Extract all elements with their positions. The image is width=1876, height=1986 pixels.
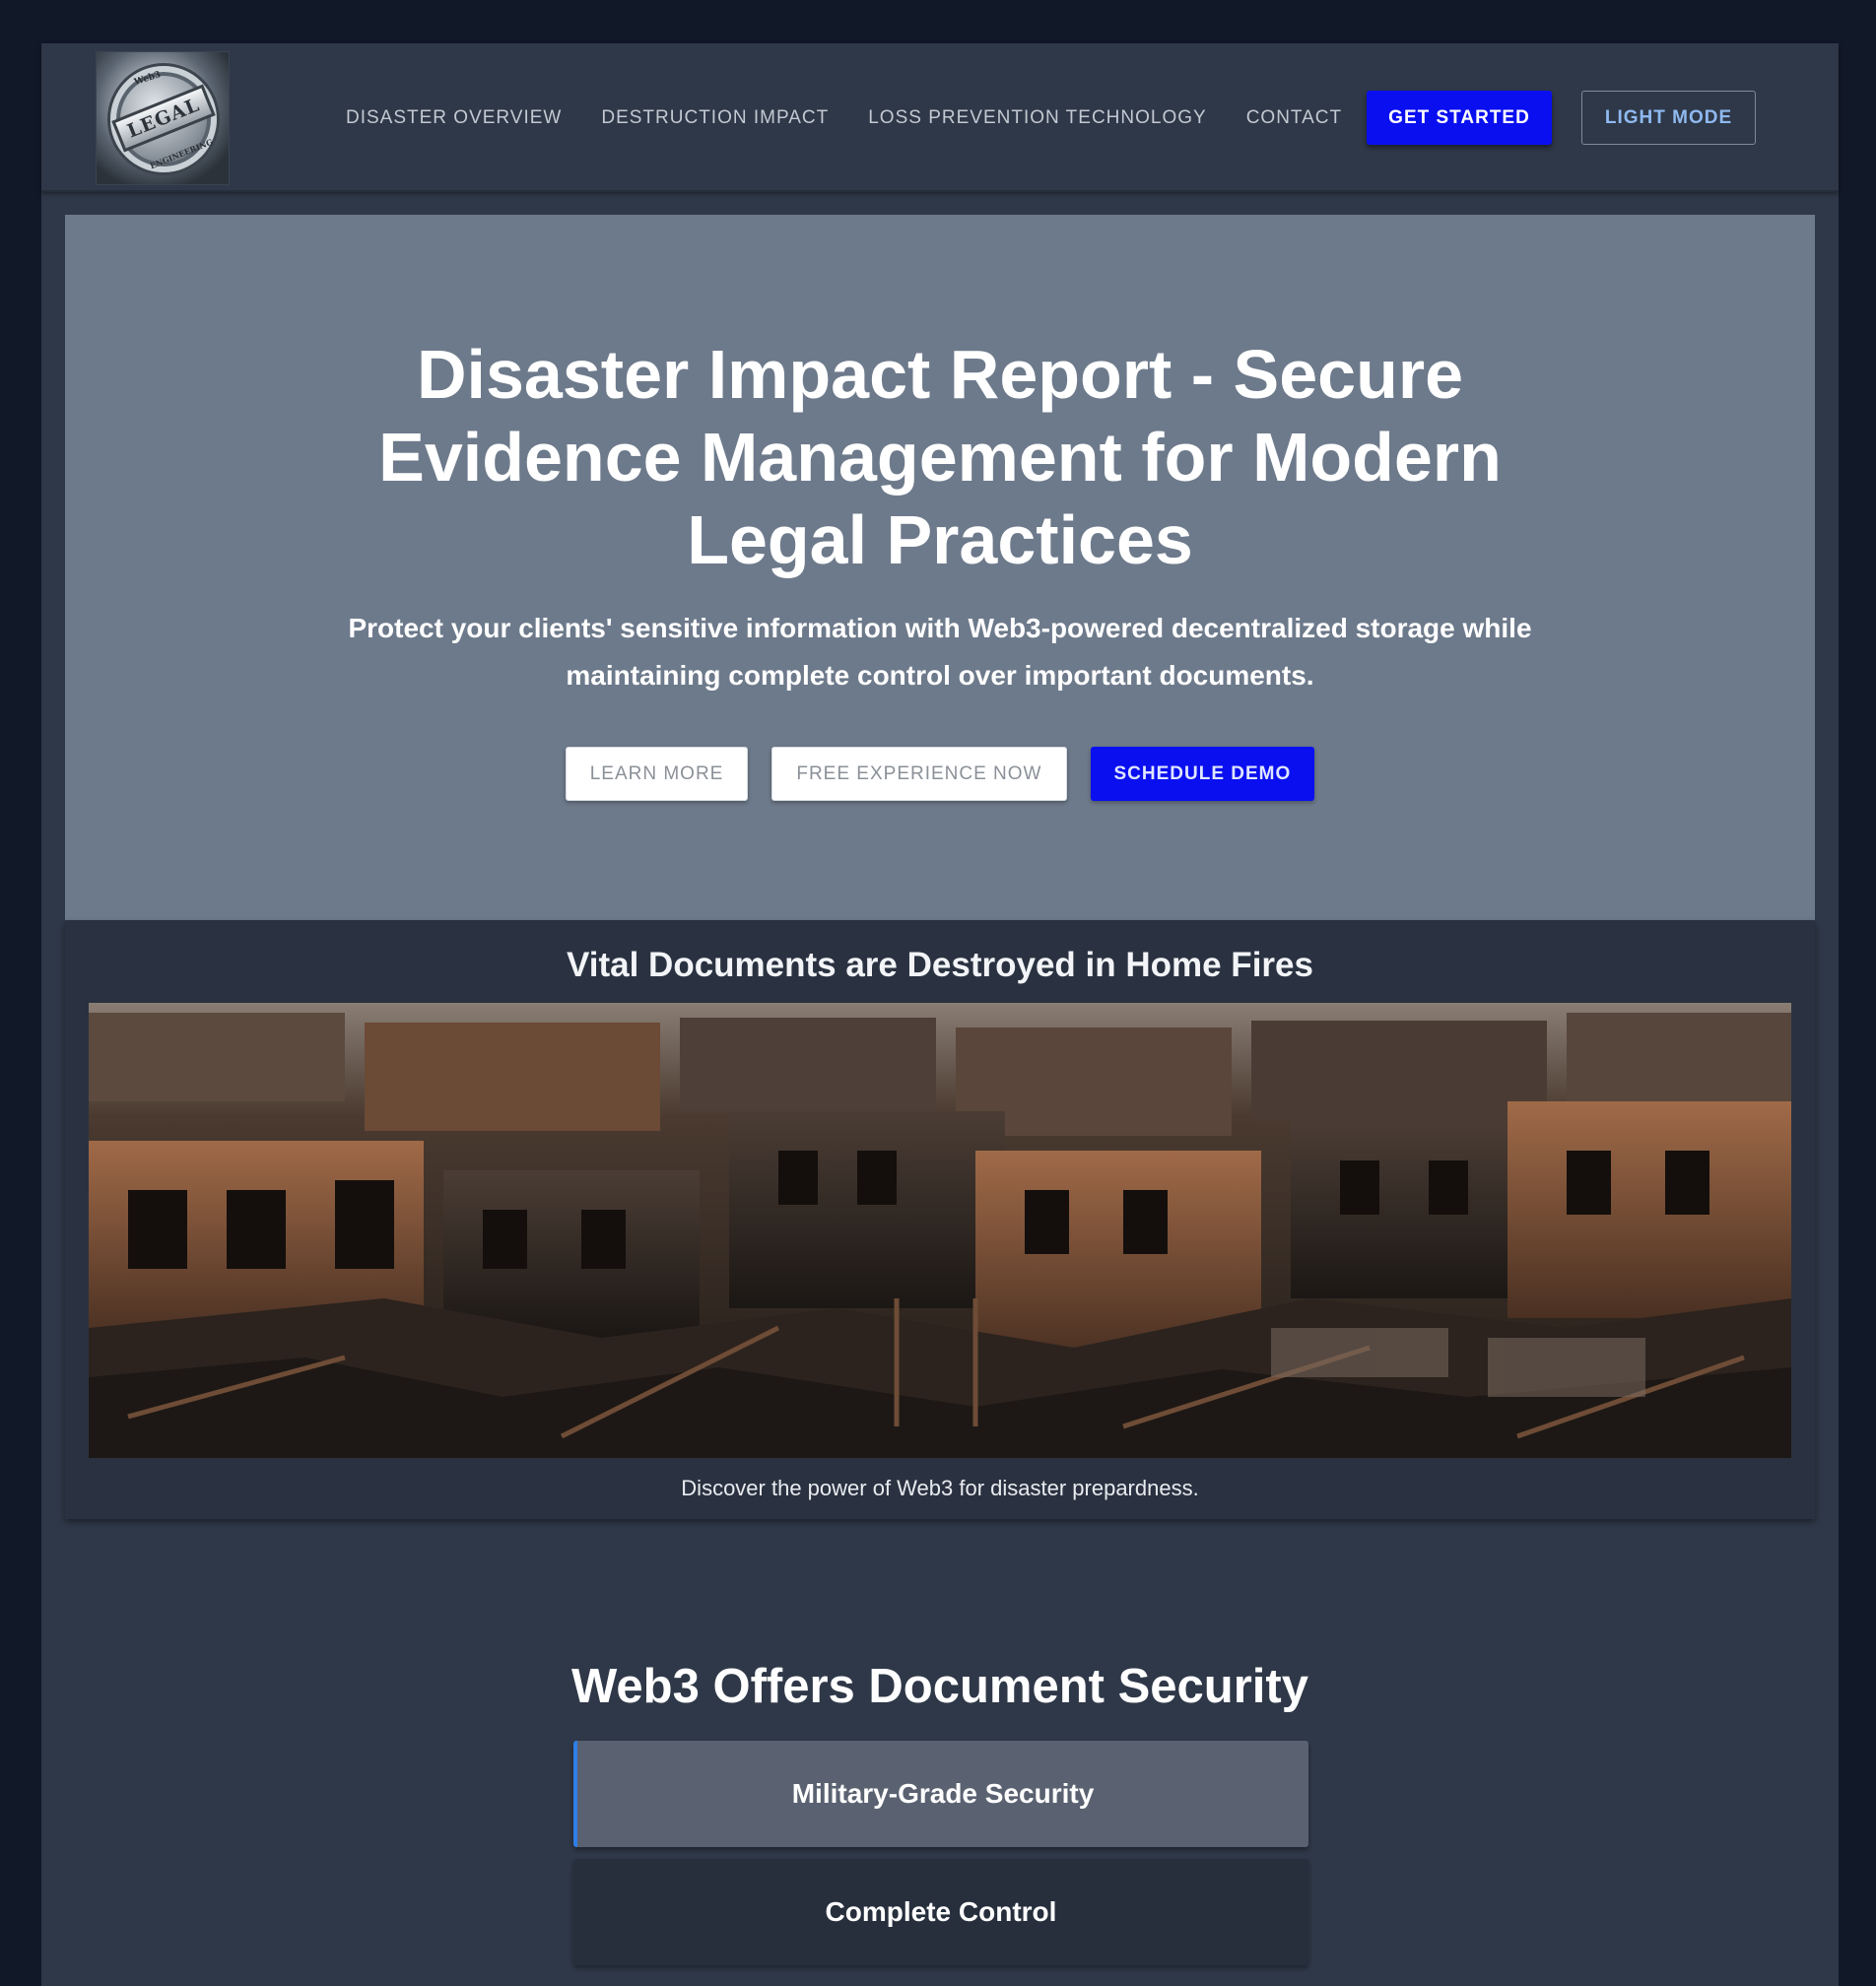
free-experience-button[interactable]: FREE EXPERIENCE NOW	[771, 747, 1067, 801]
security-accordion: Military-Grade Security Complete Control	[573, 1741, 1308, 1977]
hero-buttons: LEARN MORE FREE EXPERIENCE NOW SCHEDULE …	[65, 747, 1815, 801]
light-mode-button[interactable]: LIGHT MODE	[1581, 91, 1756, 145]
accordion-item-military-grade-security[interactable]: Military-Grade Security	[573, 1741, 1308, 1847]
fire-section: Vital Documents are Destroyed in Home Fi…	[65, 920, 1815, 1519]
get-started-button[interactable]: GET STARTED	[1367, 91, 1552, 145]
security-title: Web3 Offers Document Security	[571, 1660, 1308, 1713]
accordion-item-complete-control[interactable]: Complete Control	[573, 1859, 1308, 1965]
navbar: Web3 LEGAL ENGINEERING DISASTER OVERVIEW…	[41, 43, 1839, 192]
nav-link-disaster-overview[interactable]: DISASTER OVERVIEW	[346, 107, 562, 129]
hero-section: Disaster Impact Report - Secure Evidence…	[65, 215, 1815, 920]
burned-houses-image	[89, 1003, 1791, 1458]
page: Web3 LEGAL ENGINEERING DISASTER OVERVIEW…	[41, 43, 1839, 1986]
nav-link-loss-prevention-technology[interactable]: LOSS PREVENTION TECHNOLOGY	[868, 107, 1206, 129]
burned-houses-illustration	[89, 1003, 1791, 1458]
nav-link-contact[interactable]: CONTACT	[1246, 107, 1342, 129]
schedule-demo-button[interactable]: SCHEDULE DEMO	[1090, 747, 1315, 801]
nav-links: DISASTER OVERVIEW DESTRUCTION IMPACT LOS…	[346, 43, 1381, 192]
learn-more-button[interactable]: LEARN MORE	[565, 747, 749, 801]
hero-title: Disaster Impact Report - Secure Evidence…	[378, 336, 1502, 578]
logo[interactable]: Web3 LEGAL ENGINEERING	[96, 51, 230, 185]
fire-section-title: Vital Documents are Destroyed in Home Fi…	[567, 946, 1313, 984]
nav-link-destruction-impact[interactable]: DESTRUCTION IMPACT	[601, 107, 829, 129]
hero-subtitle: Protect your clients' sensitive informat…	[348, 613, 1532, 691]
fire-section-caption: Discover the power of Web3 for disaster …	[681, 1476, 1199, 1500]
